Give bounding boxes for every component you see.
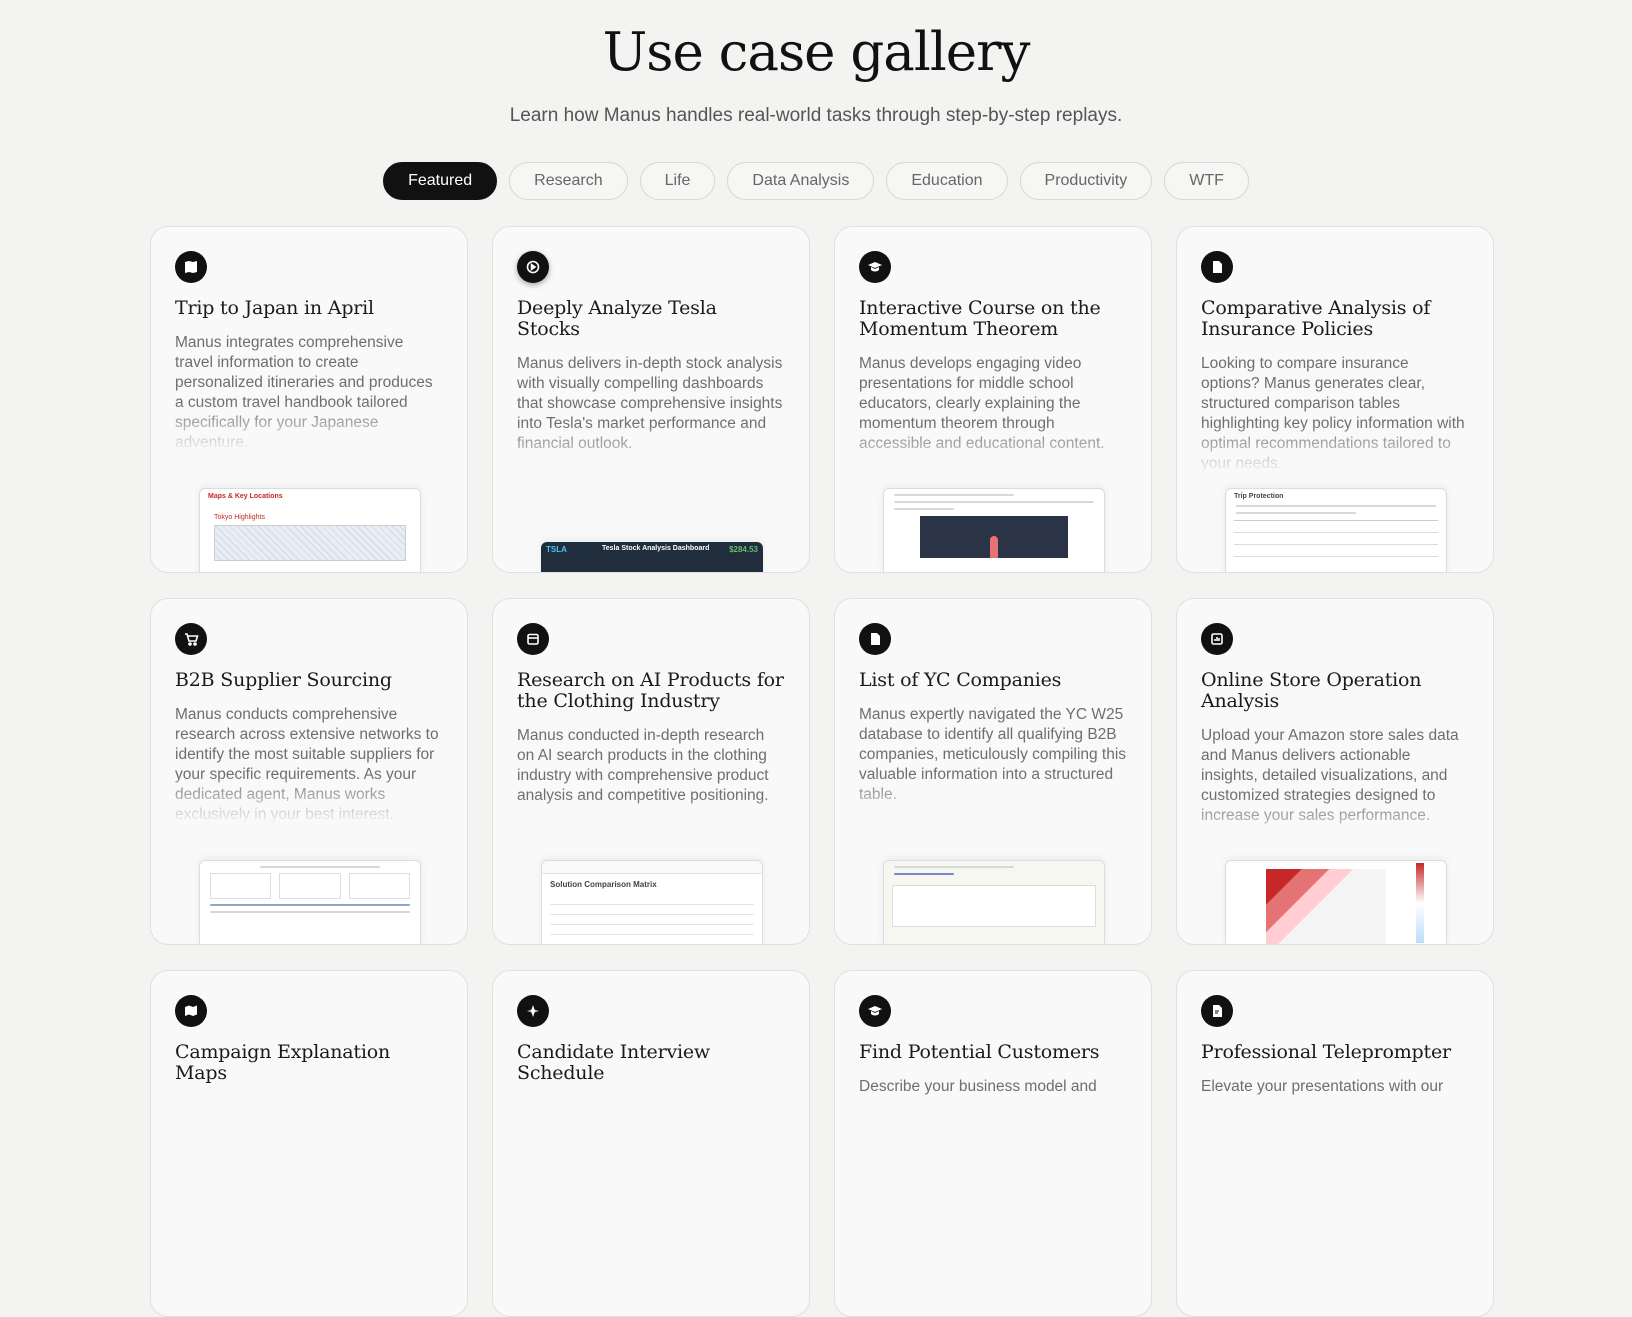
tab-life[interactable]: Life: [639, 162, 716, 200]
compass-icon: [517, 995, 549, 1027]
graduation-icon: [859, 251, 891, 283]
use-case-card-online-store[interactable]: Online Store Operation Analysis Upload y…: [1176, 598, 1494, 945]
card-description: Manus conducts comprehensive research ac…: [175, 705, 443, 823]
card-title: B2B Supplier Sourcing: [175, 669, 392, 691]
cart-icon: [175, 623, 207, 655]
card-title: Research on AI Products for the Clothing…: [517, 669, 784, 712]
header: Use case gallery Learn how Manus handles…: [0, 0, 1632, 128]
card-preview-thumbnail: [883, 488, 1105, 572]
category-tabs: Featured Research Life Data Analysis Edu…: [0, 162, 1632, 200]
thumb-heatmap: [1266, 869, 1386, 944]
thumb-table: [550, 895, 754, 935]
card-preview-thumbnail: Solution Comparison Matrix: [541, 860, 763, 944]
bar-chart-icon: [1201, 623, 1233, 655]
card-preview-thumbnail: TSLA Tesla Stock Analysis Dashboard $284…: [541, 542, 763, 572]
use-case-card-potential-customers[interactable]: Find Potential Customers Describe your b…: [834, 970, 1152, 1317]
thumb-heading: Solution Comparison Matrix: [550, 880, 657, 889]
thumb-line: [210, 911, 410, 913]
thumb-map: [214, 525, 406, 561]
thumb-table: [1234, 520, 1438, 557]
use-case-card-yc-companies[interactable]: List of YC Companies Manus expertly navi…: [834, 598, 1152, 945]
card-preview-thumbnail: Maps & Key Locations Tokyo Highlights: [199, 488, 421, 572]
rocket-icon: [990, 536, 998, 558]
thumb-line: [260, 866, 380, 868]
card-preview-thumbnail: [199, 860, 421, 944]
thumb-ticker: TSLA: [546, 545, 567, 554]
tab-productivity[interactable]: Productivity: [1019, 162, 1153, 200]
tab-featured[interactable]: Featured: [383, 162, 498, 200]
card-description: Describe your business model and: [859, 1077, 1127, 1195]
thumb-line: [894, 494, 1014, 496]
card-preview-thumbnail: [1225, 860, 1447, 944]
card-description: Manus expertly navigated the YC W25 data…: [859, 705, 1127, 823]
card-preview-thumbnail: [883, 860, 1105, 944]
thumb-form: [210, 873, 410, 899]
teleprompter-icon: [1201, 995, 1233, 1027]
thumb-line: [894, 501, 1094, 503]
chart-cycle-icon: [517, 251, 549, 283]
thumb-heading: Tesla Stock Analysis Dashboard: [602, 545, 710, 552]
thumb-subheading: Tokyo Highlights: [214, 514, 265, 521]
thumb-colorbar: [1416, 863, 1424, 943]
thumb-line: [210, 904, 410, 906]
use-case-card-momentum-course[interactable]: Interactive Course on the Momentum Theor…: [834, 226, 1152, 573]
card-description: Manus integrates comprehensive travel in…: [175, 333, 443, 451]
thumb-window-bar: [542, 861, 762, 874]
card-title: Find Potential Customers: [859, 1041, 1100, 1063]
card-description: [175, 1098, 443, 1216]
thumb-line: [1236, 512, 1356, 514]
use-case-card-tesla-stocks[interactable]: Deeply Analyze Tesla Stocks Manus delive…: [492, 226, 810, 573]
page-title: Use case gallery: [602, 22, 1031, 83]
card-title: Online Store Operation Analysis: [1201, 669, 1422, 712]
card-title: List of YC Companies: [859, 669, 1062, 691]
graduation-icon: [859, 995, 891, 1027]
card-description: Manus develops engaging video presentati…: [859, 354, 1127, 472]
card-title: Comparative Analysis of Insurance Polici…: [1201, 297, 1431, 340]
card-description: Upload your Amazon store sales data and …: [1201, 726, 1469, 844]
map-icon: [175, 995, 207, 1027]
card-description: Looking to compare insurance options? Ma…: [1201, 354, 1469, 472]
card-title: Campaign Explanation Maps: [175, 1041, 390, 1084]
tab-education[interactable]: Education: [886, 162, 1008, 200]
calendar-icon: [517, 623, 549, 655]
thumb-line: [894, 866, 1014, 868]
card-preview-thumbnail: Trip Protection: [1225, 488, 1447, 572]
card-title: Candidate Interview Schedule: [517, 1041, 710, 1084]
card-title: Deeply Analyze Tesla Stocks: [517, 297, 717, 340]
tab-wtf[interactable]: WTF: [1164, 162, 1249, 200]
tab-research[interactable]: Research: [509, 162, 628, 200]
use-case-card-interview-schedule[interactable]: Candidate Interview Schedule: [492, 970, 810, 1317]
card-title: Professional Teleprompter: [1201, 1041, 1451, 1063]
card-description: Elevate your presentations with our: [1201, 1077, 1469, 1195]
page-subtitle: Learn how Manus handles real-world tasks…: [509, 105, 1123, 126]
use-case-card-campaign-maps[interactable]: Campaign Explanation Maps: [150, 970, 468, 1317]
thumb-line: [894, 508, 954, 510]
use-case-card-insurance[interactable]: Comparative Analysis of Insurance Polici…: [1176, 226, 1494, 573]
thumb-line: [1236, 505, 1436, 507]
document-icon: [859, 623, 891, 655]
use-case-grid: Trip to Japan in April Manus integrates …: [150, 226, 1494, 1317]
card-description: [517, 1098, 785, 1216]
thumb-heading: Trip Protection: [1234, 493, 1284, 500]
thumb-video: [920, 516, 1068, 558]
card-title: Interactive Course on the Momentum Theor…: [859, 297, 1101, 340]
use-case-card-teleprompter[interactable]: Professional Teleprompter Elevate your p…: [1176, 970, 1494, 1317]
thumb-price: $284.53: [729, 545, 758, 554]
thumb-heading: Maps & Key Locations: [208, 493, 283, 500]
use-case-card-ai-clothing[interactable]: Research on AI Products for the Clothing…: [492, 598, 810, 945]
thumb-line: [894, 873, 954, 875]
gallery-page: Use case gallery Learn how Manus handles…: [0, 0, 1632, 1317]
document-icon: [1201, 251, 1233, 283]
card-title: Trip to Japan in April: [175, 297, 374, 319]
thumb-panel: [892, 885, 1096, 927]
use-case-card-b2b-sourcing[interactable]: B2B Supplier Sourcing Manus conducts com…: [150, 598, 468, 945]
card-description: Manus delivers in-depth stock analysis w…: [517, 354, 785, 472]
card-description: Manus conducted in-depth research on AI …: [517, 726, 785, 844]
tab-data-analysis[interactable]: Data Analysis: [727, 162, 875, 200]
use-case-card-japan-trip[interactable]: Trip to Japan in April Manus integrates …: [150, 226, 468, 573]
map-book-icon: [175, 251, 207, 283]
